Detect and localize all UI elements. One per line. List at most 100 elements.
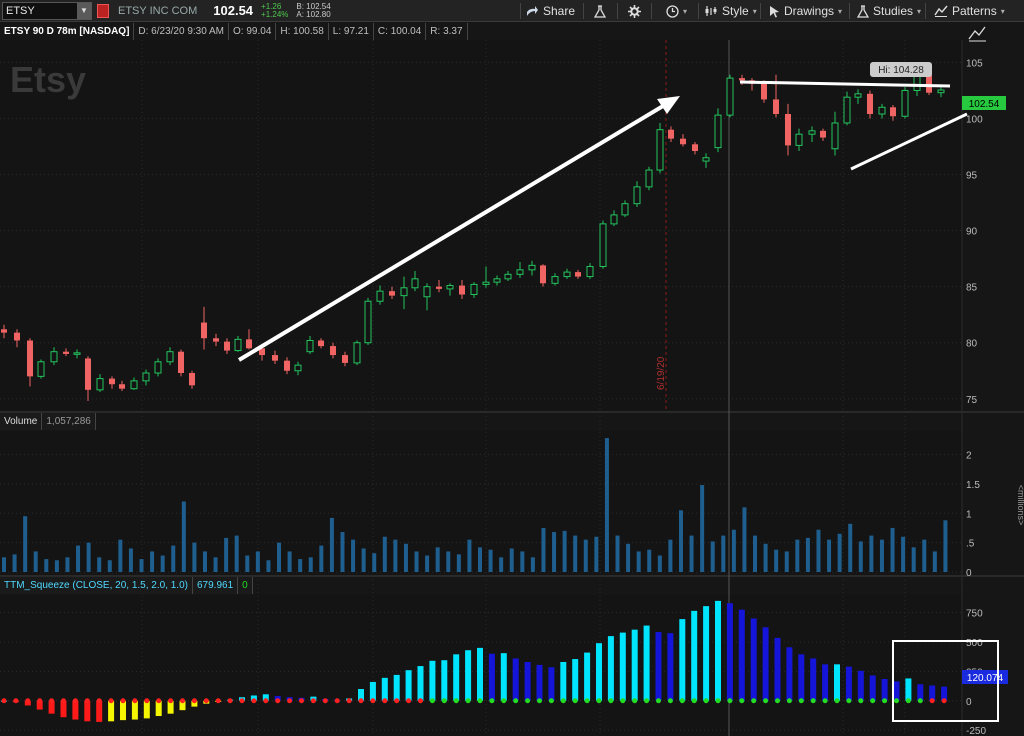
volume-bar [329,517,334,572]
squeeze-dot [620,698,626,704]
volume-bar [879,539,884,572]
squeeze-bar [786,647,793,701]
squeeze-histogram [1,600,948,722]
volume-bar [657,555,662,572]
candle-body [586,265,594,278]
volume-tick-label: 0 [966,568,972,579]
squeeze-bar [310,696,317,701]
squeeze-bar [131,700,138,720]
volume-pane[interactable] [0,431,962,573]
volume-bar [403,543,408,572]
squeeze-bar [155,700,162,717]
clock-icon [666,4,679,18]
volume-bar [319,545,324,572]
volume-bar [922,539,927,572]
squeeze-bar [548,667,555,701]
squeeze-dot [310,698,316,704]
volume-bar [668,539,673,572]
squeeze-pane[interactable] [0,595,962,736]
squeeze-dot [156,698,162,704]
squeeze-dot [287,698,293,704]
candle-body [342,355,348,363]
settings-button[interactable] [628,0,641,22]
axis-settings-icon[interactable] [966,26,986,42]
squeeze-dot [548,698,554,704]
squeeze-dot [370,698,376,704]
chevron-down-icon[interactable]: ▼ [77,2,91,19]
volume-bar [689,535,694,572]
volume-bar [478,547,482,572]
candle-body [516,269,524,275]
info-range: R: 3.37 [426,23,468,40]
squeeze-bar [429,660,436,701]
candle-body [73,352,81,355]
volume-bar [393,539,398,572]
squeeze-bar [60,700,67,718]
volume-bar [520,551,525,572]
squeeze-bar [536,664,543,701]
squeeze-dot [786,698,792,704]
squeeze-dot [263,698,269,704]
squeeze-bar [857,670,864,701]
candle-body [820,130,826,138]
squeeze-bar [203,700,210,704]
candle-body [645,169,653,188]
price-chart[interactable]: Etsy 6/19/20 Hi: 104.28 1051009590858075… [0,0,1024,736]
squeeze-bar [96,700,103,722]
volume-bar [562,530,567,572]
candle-body [470,283,478,296]
candle-body [189,373,195,386]
flask-icon [594,4,606,18]
candle-body [854,93,862,98]
volume-bar [509,548,514,572]
squeeze-dot [822,698,828,704]
trendline-arrow[interactable] [237,96,680,362]
candle-body [901,89,909,117]
price-tick-label: 80 [966,339,978,350]
squeeze-tick-label: -250 [966,726,986,736]
squeeze-dot [584,698,590,704]
volume-bar [76,545,81,572]
svg-text:120.074: 120.074 [967,673,1004,684]
last-price-tag: 102.54 [962,96,1006,110]
squeeze-dot [418,698,423,704]
candle-body [702,157,710,162]
squeeze-dot [691,698,697,704]
resistance-line[interactable] [739,80,951,88]
price-pane[interactable] [0,40,962,410]
info-date: D: 6/23/20 9:30 AM [134,23,230,40]
volume-bar [827,539,832,572]
volume-bar [456,554,461,572]
volume-bar [139,559,144,572]
candle-body [749,80,755,84]
time-button[interactable]: ▾ [666,0,687,22]
volume-bar [340,532,345,572]
squeeze-bar [941,686,948,701]
squeeze-dot [894,698,899,704]
squeeze-bar [512,658,519,701]
candle-body [37,361,45,377]
candle-body [400,287,408,297]
candle-body [213,338,219,342]
symbol-selector[interactable]: ETSY ▼ [2,1,92,20]
candle-body [843,96,851,124]
drawings-button[interactable]: Drawings ▾ [769,0,842,22]
squeeze-bar [250,695,257,701]
patterns-button[interactable]: Patterns ▾ [934,0,1005,22]
squeeze-bar [393,674,400,701]
share-button[interactable]: Share [526,0,575,22]
flask-button[interactable] [594,0,606,22]
squeeze-dot [525,698,531,704]
volume-bar [86,542,91,572]
style-button[interactable]: Style ▾ [704,0,757,22]
volume-bar [869,535,874,572]
studies-button[interactable]: Studies ▾ [857,0,921,22]
support-line[interactable] [850,112,968,171]
squeeze-bar [572,659,579,701]
volume-bar [425,555,430,572]
squeeze-dot [13,698,19,704]
squeeze-bar [334,699,341,701]
squeeze-bar [584,652,591,701]
flag-icon[interactable] [97,3,109,18]
volume-bar [647,549,652,572]
